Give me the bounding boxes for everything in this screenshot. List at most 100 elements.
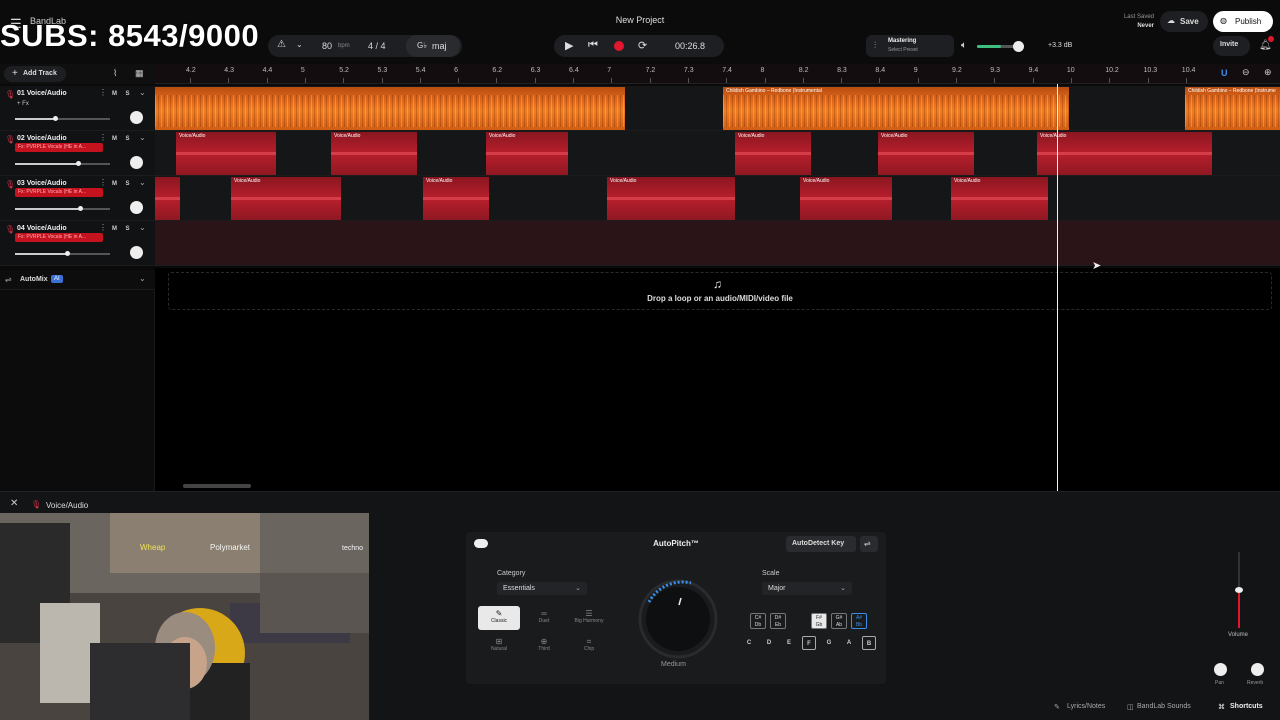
master-volume-slider[interactable] (977, 41, 1024, 52)
pan-knob[interactable] (130, 246, 143, 259)
key-a[interactable]: A (842, 636, 856, 650)
volume-knob[interactable] (65, 251, 71, 256)
mode-big-harmony[interactable]: ☰ Big Harmony (568, 606, 610, 630)
track-header-4[interactable]: 🎙︎ 04 Voice/Audio Fx: PVRPLE Vocals (HE … (0, 221, 155, 266)
audio-clip[interactable]: Voice/Audio (423, 177, 489, 220)
shortcuts-button[interactable]: Shortcuts (1230, 703, 1263, 710)
horizontal-scrollbar[interactable] (183, 484, 251, 488)
key-c-sharp[interactable]: C# Db (750, 613, 766, 629)
record-icon[interactable] (614, 41, 624, 51)
track-name[interactable]: 02 Voice/Audio (17, 135, 67, 142)
record-arm-icon[interactable]: 🎙︎ (5, 135, 15, 144)
grid-icon[interactable]: ▦ (135, 68, 144, 79)
audio-clip[interactable]: Voice/Audio (176, 132, 276, 175)
bandlab-sounds-button[interactable]: BandLab Sounds (1137, 703, 1191, 710)
zoom-in-icon[interactable]: ⊕ (1264, 67, 1272, 78)
key-d[interactable]: D (762, 636, 776, 650)
solo-button[interactable]: S (122, 134, 133, 144)
audio-clip[interactable]: Voice/Audio (486, 132, 568, 175)
key-c[interactable]: C (742, 636, 756, 650)
volume-fader-knob[interactable] (1235, 587, 1243, 593)
mode-third[interactable]: ⊕ Third (523, 634, 565, 658)
master-volume-knob[interactable] (1013, 41, 1024, 52)
mastering-button[interactable]: ⫶ Mastering Select Preset (866, 35, 954, 57)
track-header-3[interactable]: 🎙︎ 03 Voice/Audio Fx: PVRPLE Vocals (HE … (0, 176, 155, 221)
loop-icon[interactable]: ⟳ (638, 39, 647, 52)
mode-duet[interactable]: ∞ Duet (523, 606, 565, 630)
track-name[interactable]: 03 Voice/Audio (17, 180, 67, 187)
key-g-sharp[interactable]: G# Ab (831, 613, 847, 629)
add-fx-button[interactable]: + Fx (17, 101, 29, 107)
rewind-icon[interactable]: ⏮ (588, 39, 598, 52)
reverb-knob[interactable] (1251, 663, 1264, 676)
save-button[interactable]: ☁ Save (1160, 11, 1208, 32)
automix-row[interactable]: ⇌ AutoMix AI ⌄ (0, 270, 155, 290)
mute-button[interactable]: M (109, 179, 120, 189)
audio-clip[interactable]: Voice/Audio (231, 177, 341, 220)
track-menu-icon[interactable]: ⋮ (99, 88, 107, 97)
speaker-icon[interactable]: 🔈︎ (961, 40, 967, 51)
solo-button[interactable]: S (122, 224, 133, 234)
autodetect-key-button[interactable]: AutoDetect Key (786, 536, 856, 552)
timeline-ruler[interactable]: 4.2 4.3 4.4 5 5.2 5.3 5.4 6 6.2 6.3 6.4 7 7.2 7.3 7.4 8… (155, 64, 1280, 84)
audio-clip[interactable]: Voice/Audio (800, 177, 892, 220)
record-arm-icon[interactable]: 🎙︎ (5, 225, 15, 234)
close-icon[interactable]: ✕ (10, 498, 18, 509)
volume-knob[interactable] (77, 206, 83, 211)
chevron-down-icon[interactable]: ⌄ (296, 40, 303, 49)
track-menu-icon[interactable]: ⋮ (99, 133, 107, 142)
track-header-2[interactable]: 🎙︎ 02 Voice/Audio Fx: PVRPLE Vocals (HE … (0, 131, 155, 176)
key-a-sharp[interactable]: A# Bb (851, 613, 867, 629)
chevron-down-icon[interactable]: ⌄ (139, 178, 146, 187)
audio-clip[interactable] (155, 177, 180, 220)
playhead[interactable] (1057, 84, 1058, 491)
track-volume-slider[interactable] (15, 116, 110, 121)
mode-natural[interactable]: ⊞ Natural (478, 634, 520, 658)
audio-clip[interactable]: Voice/Audio (331, 132, 417, 175)
track-lane-3[interactable]: Voice/Audio Voice/Audio Voice/Audio Voic… (155, 176, 1280, 221)
key-d-sharp[interactable]: D# Eb (770, 613, 786, 629)
solo-button[interactable]: S (122, 89, 133, 99)
key-f-sharp[interactable]: F# Gb (811, 613, 827, 629)
pan-knob[interactable] (1214, 663, 1227, 676)
settings-button[interactable]: ⇌ (860, 536, 878, 552)
track-volume-slider[interactable] (15, 251, 110, 256)
strength-knob[interactable] (631, 572, 725, 666)
record-arm-icon[interactable]: 🎙︎ (5, 90, 15, 99)
bpm-value[interactable]: 80 (322, 41, 332, 51)
track-lane-4[interactable] (155, 221, 1280, 266)
play-icon[interactable]: ▶ (565, 39, 573, 52)
track-header-1[interactable]: 🎙︎ 01 Voice/Audio + Fx ⋮ M S ⌄ (0, 86, 155, 131)
category-dropdown[interactable]: Essentials ⌄ (497, 582, 587, 595)
audio-clip[interactable] (155, 87, 625, 130)
audio-clip[interactable]: Childish Gambino – Redbone (Instrume (1185, 87, 1280, 130)
zoom-out-icon[interactable]: ⊖ (1242, 67, 1250, 78)
track-volume-slider[interactable] (15, 161, 110, 166)
audio-clip[interactable]: Voice/Audio (607, 177, 735, 220)
key-g[interactable]: G (822, 636, 836, 650)
volume-knob[interactable] (52, 116, 58, 121)
track-name[interactable]: 04 Voice/Audio (17, 225, 67, 232)
key-f[interactable]: F (802, 636, 816, 650)
track-volume-slider[interactable] (15, 206, 110, 211)
drop-zone[interactable]: ♫ Drop a loop or an audio/MIDI/video fil… (168, 272, 1272, 310)
add-track-button[interactable]: + Add Track (4, 66, 66, 82)
pan-knob[interactable] (130, 156, 143, 169)
volume-knob[interactable] (75, 161, 81, 166)
mute-button[interactable]: M (109, 224, 120, 234)
fx-plugin-chip[interactable]: Fx: PVRPLE Vocals (HE in A... (15, 233, 103, 242)
lyrics-notes-button[interactable]: Lyrics/Notes (1067, 703, 1105, 710)
key-b[interactable]: B (862, 636, 876, 650)
track-menu-icon[interactable]: ⋮ (99, 223, 107, 232)
fx-plugin-chip[interactable]: Fx: PVRPLE Vocals (HE in A... (15, 143, 103, 152)
scale-dropdown[interactable]: Major ⌄ (762, 582, 852, 595)
chevron-down-icon[interactable]: ⌄ (139, 133, 146, 142)
audio-clip[interactable]: Voice/Audio (951, 177, 1048, 220)
time-signature[interactable]: 4 / 4 (368, 41, 386, 51)
pan-knob[interactable] (130, 111, 143, 124)
key-e[interactable]: E (782, 636, 796, 650)
track-name[interactable]: 01 Voice/Audio (17, 90, 67, 97)
mute-button[interactable]: M (109, 134, 120, 144)
invite-button[interactable]: Invite (1213, 36, 1250, 56)
record-arm-icon[interactable]: 🎙︎ (5, 180, 15, 189)
